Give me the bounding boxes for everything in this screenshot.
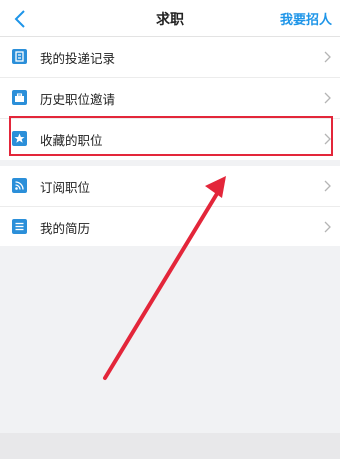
clipboard-icon — [12, 49, 27, 64]
chevron-right-icon — [324, 51, 331, 63]
top-nav-bar: 求职 我要招人 — [0, 0, 340, 37]
rss-icon — [12, 178, 27, 193]
menu-item-application-records[interactable]: 我的投递记录 — [0, 37, 340, 78]
chevron-right-icon — [324, 92, 331, 104]
chevron-right-icon — [324, 180, 331, 192]
menu-item-label: 我的简历 — [40, 221, 91, 236]
menu-item-job-invitations[interactable]: 历史职位邀请 — [0, 78, 340, 119]
menu-item-label: 订阅职位 — [40, 180, 91, 195]
bottom-bar — [0, 433, 340, 459]
chevron-right-icon — [324, 221, 331, 233]
menu-item-subscribed-jobs[interactable]: 订阅职位 — [0, 166, 340, 207]
briefcase-icon — [12, 90, 27, 105]
highlight-box — [9, 116, 333, 156]
menu-item-label: 历史职位邀请 — [40, 92, 116, 107]
menu-item-label: 我的投递记录 — [40, 51, 116, 66]
menu-group-2: 订阅职位 我的简历 — [0, 166, 340, 246]
recruit-button[interactable]: 我要招人 — [280, 9, 332, 28]
document-list-icon — [12, 219, 27, 234]
menu-item-my-resume[interactable]: 我的简历 — [0, 207, 340, 247]
